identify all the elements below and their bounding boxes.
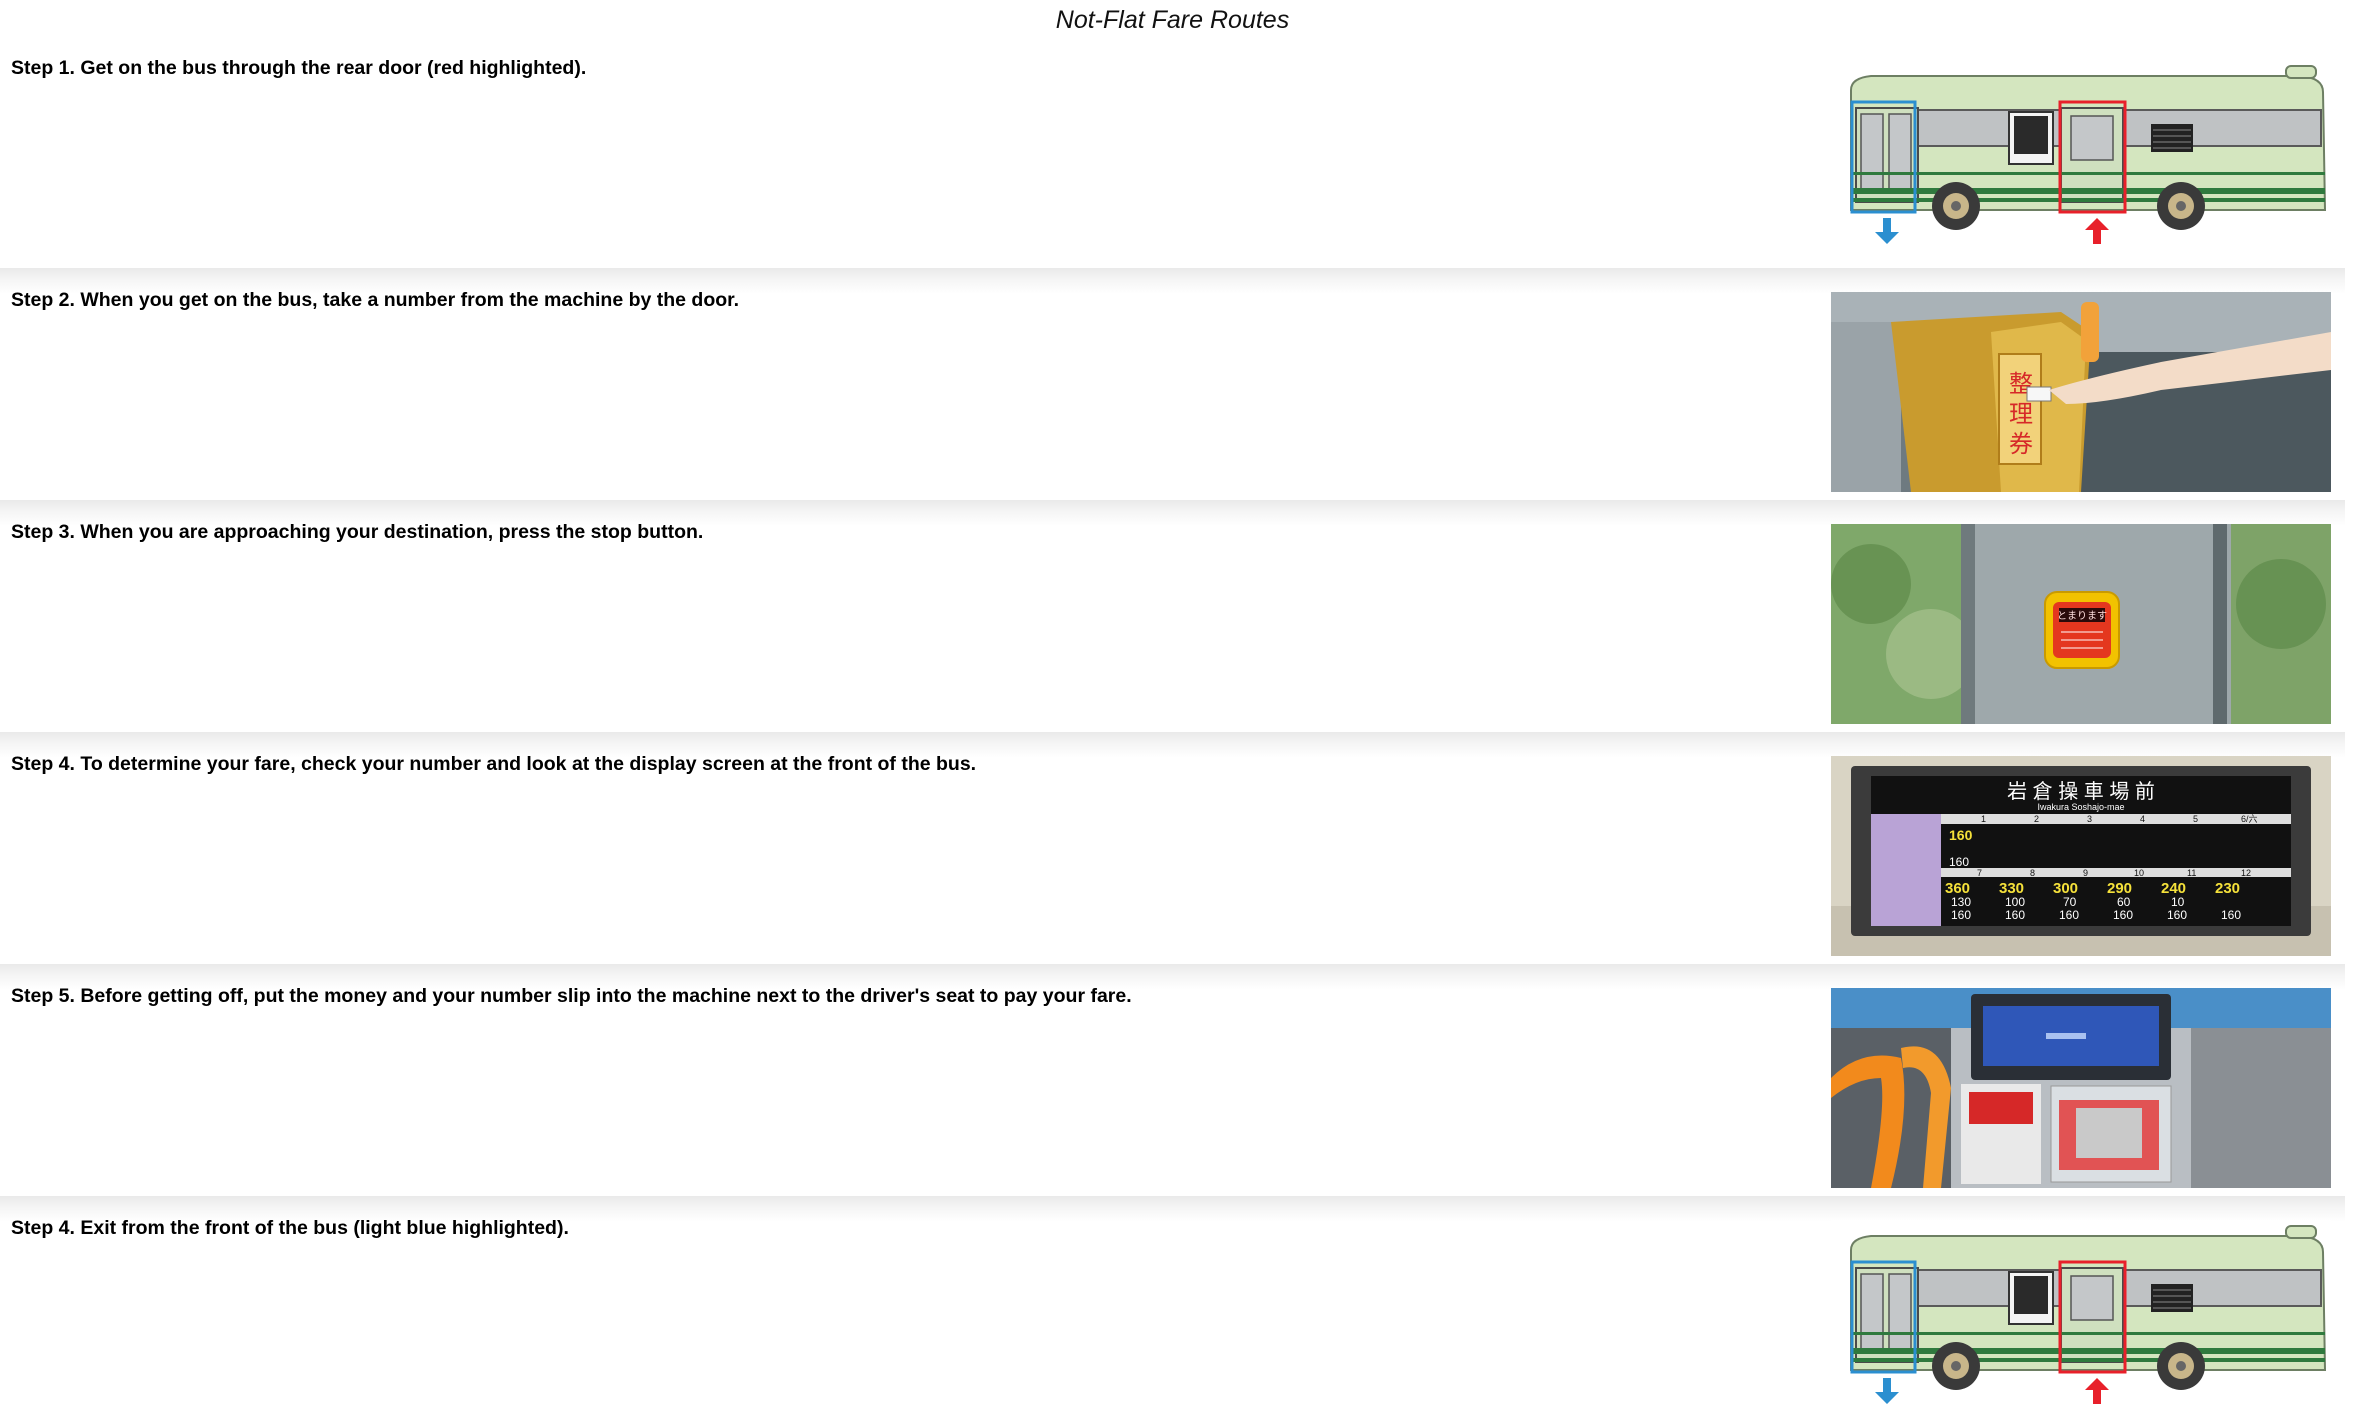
fare-head-3: 3 bbox=[2087, 814, 2092, 824]
pass-fare-4: 160 bbox=[2113, 908, 2133, 922]
step-2-text: Step 2. When you get on the bus, take a … bbox=[11, 289, 740, 311]
fare-head-8: 8 bbox=[2030, 868, 2035, 878]
child-fare-3: 70 bbox=[2063, 895, 2077, 909]
stop-button-photo: とまります bbox=[1831, 524, 2331, 724]
step-5-text: Step 5. Before getting off, put the mone… bbox=[11, 985, 1132, 1007]
page-title: Not-Flat Fare Routes bbox=[1055, 6, 1290, 34]
fare-head-4: 4 bbox=[2140, 814, 2145, 824]
pass-fare-3: 160 bbox=[2059, 908, 2079, 922]
bus-front-door-illustration bbox=[1831, 1220, 2331, 1420]
step-6: Step 4. Exit from the front of the bus (… bbox=[0, 1206, 2345, 1428]
fare-stop-name: 岩 倉 操 車 場 前 bbox=[2007, 780, 2155, 803]
fare-head-6: 6/六 bbox=[2241, 813, 2258, 824]
number-ticket-machine-photo: 整 理 券 bbox=[1831, 292, 2331, 492]
step-4: Step 4. To determine your fare, check yo… bbox=[0, 742, 2345, 964]
step-2: Step 2. When you get on the bus, take a … bbox=[0, 278, 2345, 500]
fare-head-7: 7 bbox=[1977, 868, 1982, 878]
fare-head-9: 9 bbox=[2083, 868, 2088, 878]
fare-stop-romaji: Iwakura Soshajo-mae bbox=[2037, 802, 2124, 812]
fare-head-12: 12 bbox=[2241, 868, 2251, 878]
child-fare-1: 130 bbox=[1951, 895, 1971, 909]
step-3-text: Step 3. When you are approaching your de… bbox=[11, 521, 704, 543]
fare-head-5: 5 bbox=[2193, 814, 2198, 824]
child-fare-2: 100 bbox=[2005, 895, 2025, 909]
bus-rear-door-illustration bbox=[1831, 60, 2331, 260]
adult-fare-6: 230 bbox=[2215, 880, 2240, 897]
step-1-text: Step 1. Get on the bus through the rear … bbox=[11, 57, 587, 79]
fare-display-screen-photo: 岩 倉 操 車 場 前 Iwakura Soshajo-mae 1 2 3 4 … bbox=[1831, 756, 2331, 956]
fare-box-machine-photo bbox=[1831, 988, 2331, 1188]
child-fare-5: 10 bbox=[2171, 895, 2185, 909]
pass-fare-2: 160 bbox=[2005, 908, 2025, 922]
step-4-text: Step 4. To determine your fare, check yo… bbox=[11, 753, 977, 775]
step-1: Step 1. Get on the bus through the rear … bbox=[0, 46, 2345, 268]
fare-head-1: 1 bbox=[1981, 814, 1986, 824]
child-fare-4: 60 bbox=[2117, 895, 2131, 909]
ticket-char-3: 券 bbox=[2009, 431, 2033, 458]
ticket-char-2: 理 bbox=[2009, 401, 2033, 428]
pass-fare-5: 160 bbox=[2167, 908, 2187, 922]
pass-fare-6: 160 bbox=[2221, 908, 2241, 922]
step-6-text: Step 4. Exit from the front of the bus (… bbox=[11, 1217, 569, 1239]
fare-head-11: 11 bbox=[2187, 868, 2196, 878]
step-3: Step 3. When you are approaching your de… bbox=[0, 510, 2345, 732]
step-5: Step 5. Before getting off, put the mone… bbox=[0, 974, 2345, 1196]
stop-button-label: とまります bbox=[2057, 610, 2107, 622]
pass-fare-1: 160 bbox=[1951, 908, 1971, 922]
fare-head-10: 10 bbox=[2134, 868, 2144, 878]
fare-row1-value: 160 bbox=[1949, 827, 1973, 843]
fare-head-2: 2 bbox=[2034, 814, 2039, 824]
fare-row2-value: 160 bbox=[1949, 855, 1969, 869]
